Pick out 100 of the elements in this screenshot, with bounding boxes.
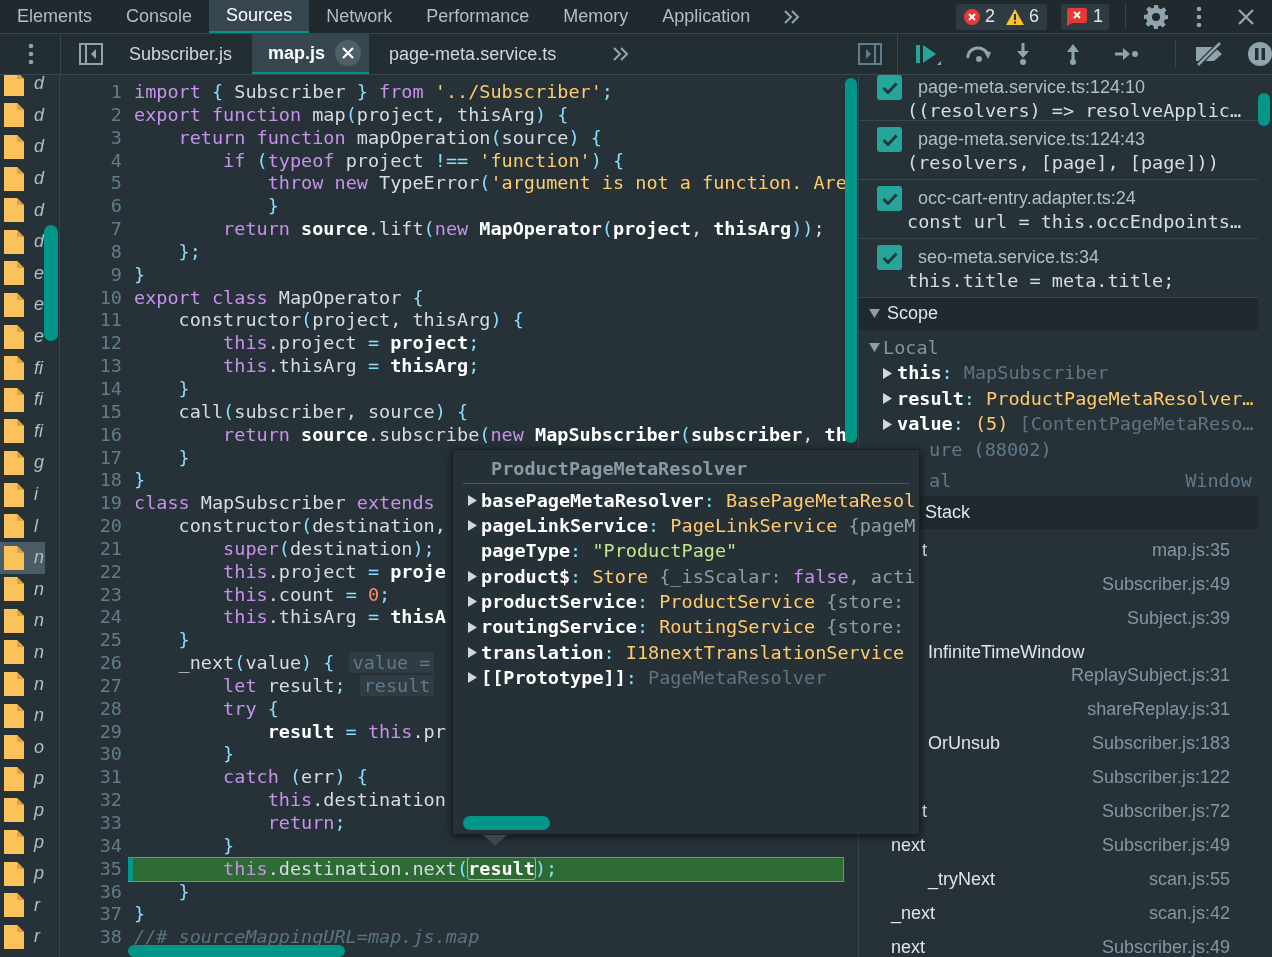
expand-icon[interactable] <box>467 520 478 532</box>
file-name[interactable]: g <box>34 449 44 477</box>
code-line: return; <box>266 812 346 835</box>
file-name[interactable]: p <box>34 828 44 856</box>
file-name[interactable]: l <box>34 512 38 540</box>
step-icon[interactable] <box>1115 46 1139 62</box>
property-entry[interactable]: basePageMetaResolver: BasePageMetaResol <box>481 486 916 515</box>
panel-tab[interactable]: Application <box>645 0 768 33</box>
property-entry[interactable]: pageLinkService: PageLinkService {pageM <box>481 512 916 540</box>
scope-group[interactable]: Local <box>883 333 939 362</box>
line-number: 24 <box>98 606 123 630</box>
call-frame[interactable]: _tryNext scan.js:55 <box>859 862 1258 897</box>
code-line: } <box>133 263 146 287</box>
file-name[interactable]: e <box>34 323 44 351</box>
breakpoint-location[interactable]: page-meta.service.ts:124:10 <box>859 75 1258 99</box>
file-name[interactable]: d <box>34 101 44 129</box>
file-name[interactable]: p <box>34 796 44 824</box>
section-header[interactable]: Stack <box>925 498 971 526</box>
resume-icon[interactable] <box>915 43 941 65</box>
file-name[interactable]: fi <box>34 417 43 445</box>
panel-tab[interactable]: Memory <box>546 0 646 33</box>
file-name[interactable]: e <box>34 259 44 287</box>
scrollbar-thumb[interactable] <box>44 225 58 341</box>
panel-tab[interactable]: Network <box>309 0 410 33</box>
file-name[interactable]: d <box>34 75 44 98</box>
file-tab[interactable]: map.js <box>252 34 370 74</box>
scrollbar-thumb[interactable] <box>1258 93 1270 126</box>
file-name[interactable]: e <box>34 291 44 319</box>
collapse-icon[interactable] <box>869 342 880 354</box>
issues-button[interactable]: 1 <box>1061 3 1109 30</box>
expand-icon[interactable] <box>467 571 478 583</box>
panel-tab[interactable]: Console <box>109 0 210 33</box>
close-icon[interactable] <box>1238 8 1254 25</box>
settings-icon[interactable] <box>1144 4 1168 29</box>
expand-icon[interactable] <box>882 418 893 430</box>
call-frame[interactable]: next Subscriber.js:49 <box>859 828 1258 863</box>
file-name[interactable]: n <box>34 607 44 635</box>
expand-icon[interactable] <box>467 621 478 633</box>
expand-icon[interactable] <box>467 596 478 608</box>
expand-icon[interactable] <box>467 495 478 507</box>
step-over-icon[interactable] <box>965 45 993 63</box>
file-name[interactable]: n <box>34 544 44 572</box>
file-icon <box>4 577 24 602</box>
section-header[interactable]: Scope <box>887 300 939 327</box>
tab-close-button[interactable] <box>335 40 362 66</box>
panel-toggle-icon[interactable] <box>858 43 882 65</box>
sidebar-toggle-icon[interactable] <box>79 43 103 65</box>
file-name[interactable]: fi <box>34 386 43 414</box>
file-name[interactable]: fi <box>34 354 43 382</box>
file-tab[interactable]: page-meta.service.ts <box>369 34 577 74</box>
file-name[interactable]: i <box>34 481 38 508</box>
issues-counter[interactable]: 2 6 <box>955 3 1047 30</box>
breakpoint-location[interactable]: occ-cart-entry.adapter.ts:24 <box>859 186 1258 210</box>
file-icon <box>4 830 24 855</box>
call-frame[interactable]: next Subscriber.js:49 <box>859 930 1258 957</box>
panel-tab[interactable]: Performance <box>409 0 547 33</box>
line-number: 5 <box>109 172 123 196</box>
panel-tab[interactable]: Elements <box>0 0 110 33</box>
scrollbar-thumb[interactable] <box>128 945 345 957</box>
file-name[interactable]: r <box>34 891 40 919</box>
collapse-icon[interactable] <box>869 308 880 319</box>
expand-icon[interactable] <box>467 672 478 684</box>
file-name[interactable]: n <box>34 575 44 603</box>
chevron-double-icon[interactable] <box>783 7 801 26</box>
file-name[interactable]: n <box>34 702 44 730</box>
scrollbar-thumb[interactable] <box>463 816 550 830</box>
more-options-icon[interactable] <box>28 43 34 65</box>
expand-icon[interactable] <box>882 393 893 405</box>
step-into-icon[interactable] <box>1015 43 1031 65</box>
file-name[interactable]: d <box>34 228 44 256</box>
file-name[interactable]: r <box>34 923 40 951</box>
file-item[interactable]: n <box>0 541 45 574</box>
file-name[interactable]: o <box>34 733 44 761</box>
line-number: 9 <box>109 263 123 287</box>
file-name[interactable]: p <box>34 860 44 888</box>
breakpoint-checkbox[interactable] <box>877 245 902 270</box>
line-number: 16 <box>98 423 123 447</box>
line-number: 22 <box>98 560 123 584</box>
property-entry[interactable]: routingService: RoutingService {store: <box>481 613 905 641</box>
file-name[interactable]: p <box>34 765 44 793</box>
breakpoint-checkbox[interactable] <box>877 186 902 211</box>
chevron-double-icon[interactable] <box>612 45 630 63</box>
pause-on-exceptions-icon[interactable] <box>1248 42 1272 66</box>
file-name[interactable]: d <box>34 165 44 193</box>
file-name[interactable]: d <box>34 133 44 161</box>
file-tab[interactable]: Subscriber.js <box>109 34 253 74</box>
more-options-icon[interactable] <box>1196 5 1202 28</box>
scrollbar-thumb[interactable] <box>845 78 857 443</box>
expand-icon[interactable] <box>882 367 893 379</box>
breakpoint-location[interactable]: seo-meta.service.ts:34 <box>859 245 1258 269</box>
expand-icon[interactable] <box>467 646 478 658</box>
panel-tab[interactable]: Sources <box>209 0 310 33</box>
file-name[interactable]: n <box>34 670 44 698</box>
call-frame[interactable]: _next scan.js:42 <box>859 896 1258 931</box>
file-name[interactable]: d <box>34 196 44 224</box>
breakpoint-checkbox[interactable] <box>877 127 902 152</box>
file-name[interactable]: n <box>34 639 44 666</box>
step-out-icon[interactable] <box>1065 43 1081 65</box>
breakpoint-checkbox[interactable] <box>877 75 902 100</box>
breakpoint-location[interactable]: page-meta.service.ts:124:43 <box>859 127 1258 151</box>
